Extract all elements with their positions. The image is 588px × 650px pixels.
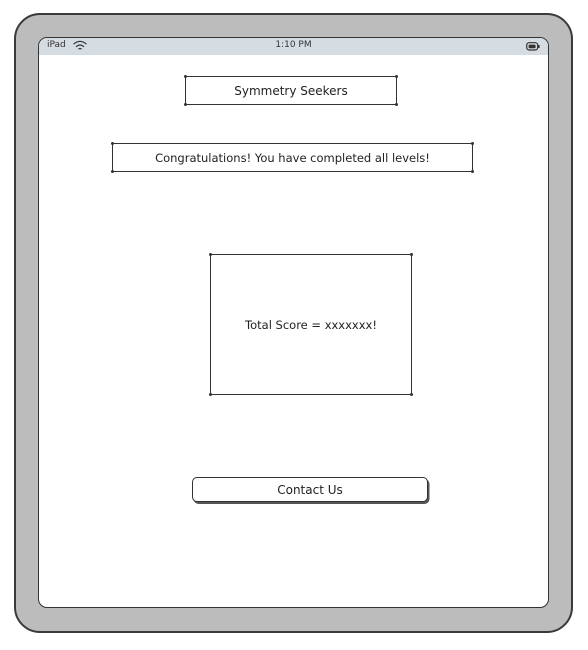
completion-message-text: Congratulations! You have completed all …: [155, 150, 430, 165]
completion-message: Congratulations! You have completed all …: [111, 142, 474, 173]
total-score-panel: Total Score = xxxxxxx!: [209, 253, 413, 396]
app-title-text: Symmetry Seekers: [234, 83, 348, 98]
status-time: 1:10 PM: [275, 40, 312, 50]
contact-us-button[interactable]: Contact Us: [192, 477, 428, 502]
app-title: Symmetry Seekers: [184, 75, 398, 106]
status-bar: iPad 1:10 PM: [39, 38, 548, 55]
battery-icon: [526, 42, 540, 51]
ipad-screen: iPad 1:10 PM Symmetry Seekers Congratula…: [38, 37, 549, 608]
total-score-text: Total Score = xxxxxxx!: [245, 317, 377, 332]
